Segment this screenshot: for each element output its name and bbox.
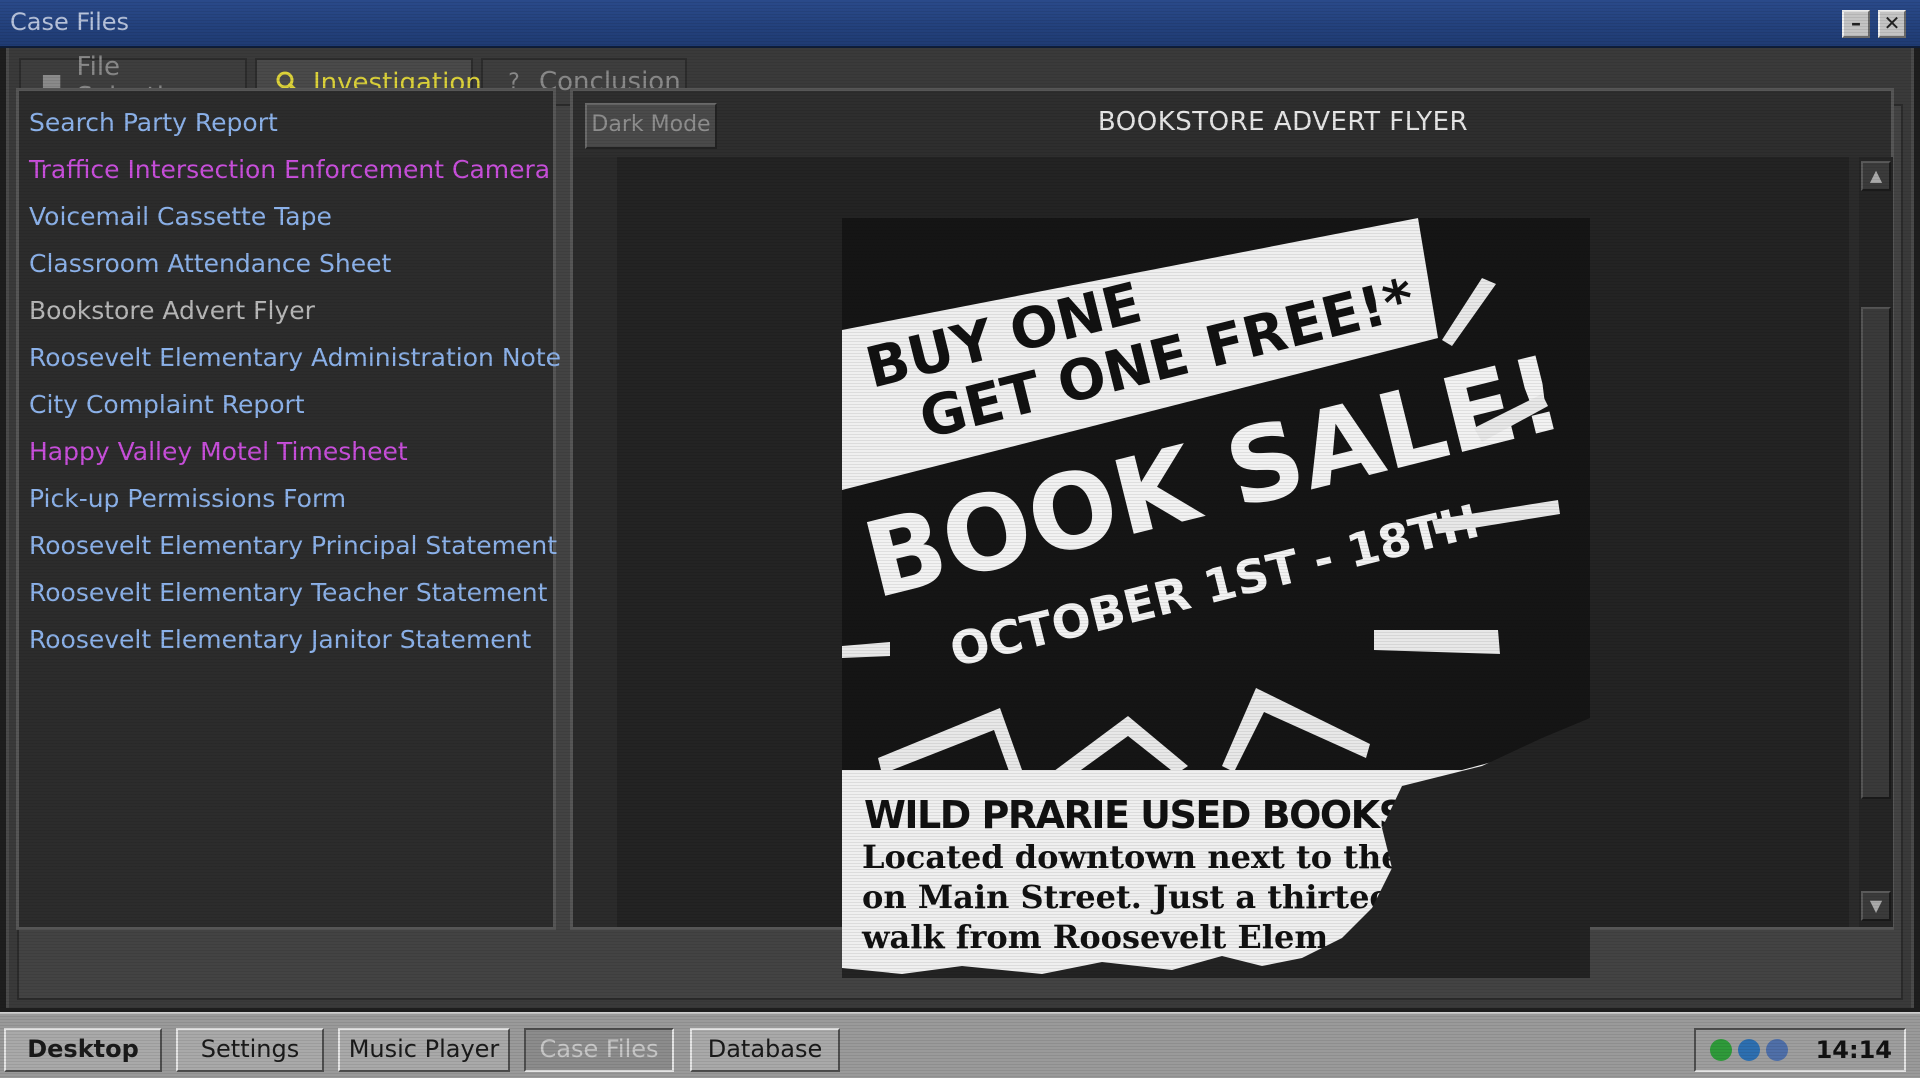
- file-list-panel: Search Party Report Traffice Intersectio…: [16, 88, 561, 930]
- file-item[interactable]: City Complaint Report: [29, 383, 553, 430]
- file-item[interactable]: Classroom Attendance Sheet: [29, 242, 553, 289]
- file-item[interactable]: Pick-up Permissions Form: [29, 477, 553, 524]
- scroll-up-button[interactable]: ▲: [1861, 161, 1891, 191]
- network-globe-icon[interactable]: [1738, 1039, 1760, 1061]
- file-item[interactable]: Roosevelt Elementary Teacher Statement: [29, 571, 553, 618]
- file-item[interactable]: Roosevelt Elementary Principal Statement: [29, 524, 557, 571]
- minimize-button[interactable]: –: [1842, 10, 1870, 38]
- users-icon[interactable]: [1766, 1039, 1788, 1061]
- file-item[interactable]: Happy Valley Motel Timesheet: [29, 430, 553, 477]
- system-tray: 14:14: [1694, 1028, 1906, 1072]
- viewer-header: Dark Mode BOOKSTORE ADVERT FLYER: [573, 91, 1891, 157]
- file-item[interactable]: Voicemail Cassette Tape: [29, 195, 553, 242]
- taskbar: Desktop Settings Music Player Case Files…: [0, 1012, 1920, 1078]
- settings-button[interactable]: Settings: [176, 1028, 324, 1072]
- flyer-body-line2: on Main Street. Just a thirteen: [862, 878, 1413, 916]
- check-status-icon[interactable]: [1710, 1039, 1732, 1061]
- file-item[interactable]: Traffice Intersection Enforcement Camera: [29, 148, 553, 195]
- scroll-thumb[interactable]: [1861, 307, 1891, 799]
- clock: 14:14: [1815, 1036, 1892, 1064]
- title-bar: Case Files – ✕: [0, 0, 1920, 48]
- case-files-taskbar-button[interactable]: Case Files: [524, 1028, 674, 1072]
- file-item[interactable]: Search Party Report: [29, 101, 553, 148]
- close-button[interactable]: ✕: [1878, 10, 1906, 38]
- document-title: BOOKSTORE ADVERT FLYER: [1097, 107, 1469, 137]
- file-item[interactable]: Roosevelt Elementary Administration Note: [29, 336, 561, 383]
- window-title: Case Files: [10, 8, 130, 36]
- file-list: Search Party Report Traffice Intersectio…: [19, 91, 561, 665]
- flyer-body-line1: Located downtown next to the: [862, 838, 1402, 876]
- bookstore-flyer-image: BUY ONE GET ONE FREE!* BOOK SALE! OCTOBE…: [842, 218, 1590, 978]
- vertical-scrollbar[interactable]: ▲ ▼: [1859, 157, 1893, 927]
- dark-mode-button[interactable]: Dark Mode: [585, 103, 717, 149]
- file-item[interactable]: Roosevelt Elementary Janitor Statement: [29, 618, 553, 665]
- file-item-selected[interactable]: Bookstore Advert Flyer: [29, 289, 553, 336]
- flyer-body-line3: walk from Roosevelt Elem: [861, 918, 1328, 956]
- database-button[interactable]: Database: [690, 1028, 840, 1072]
- music-player-button[interactable]: Music Player: [338, 1028, 510, 1072]
- scroll-down-button[interactable]: ▼: [1861, 891, 1891, 921]
- desktop-button[interactable]: Desktop: [4, 1028, 162, 1072]
